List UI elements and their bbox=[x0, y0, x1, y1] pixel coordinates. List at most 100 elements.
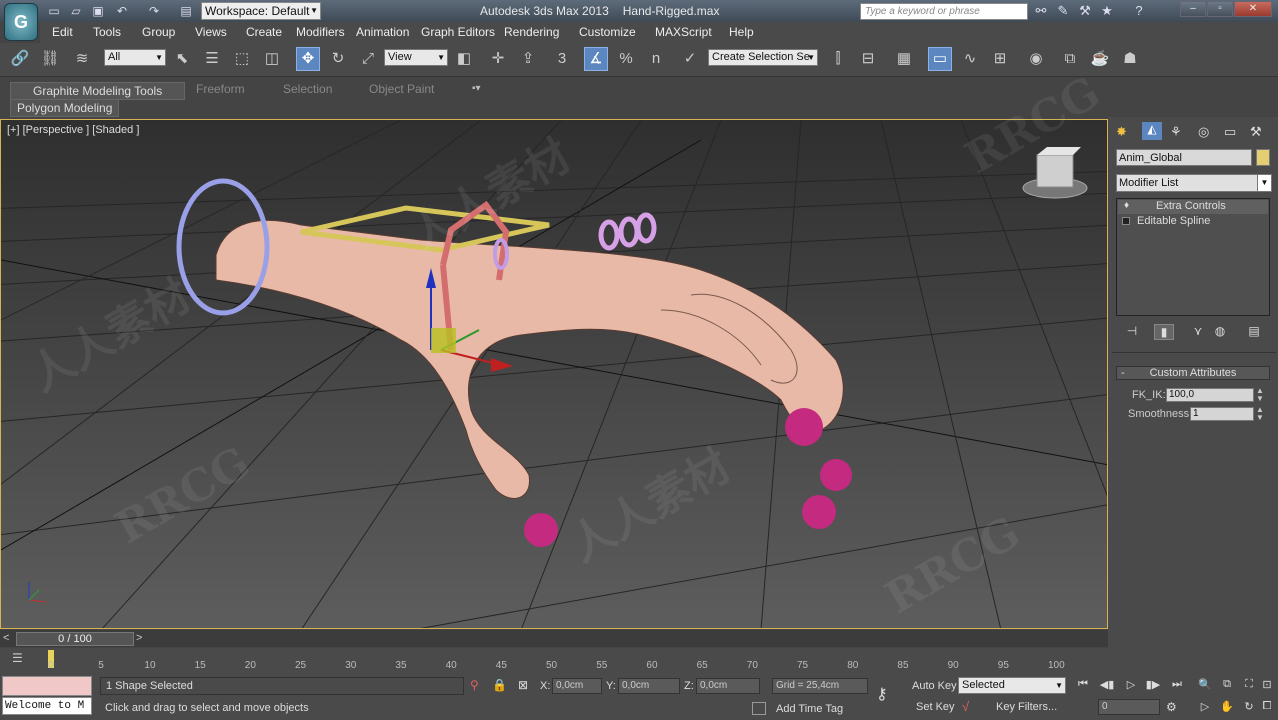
open-file-icon[interactable]: ▱ bbox=[68, 3, 84, 19]
display-tab-icon[interactable]: ▭ bbox=[1224, 124, 1236, 140]
layer-manager-icon[interactable]: ▦ bbox=[892, 47, 916, 71]
modify-tab-icon[interactable]: ◭ bbox=[1142, 122, 1162, 140]
hierarchy-tab-icon[interactable]: ⚘ bbox=[1170, 124, 1182, 140]
maximize-viewport-icon[interactable]: ⧠ bbox=[1258, 700, 1276, 716]
next-frame-icon[interactable]: ▮▶ bbox=[1144, 678, 1162, 694]
angle-snap-icon[interactable]: ∡ bbox=[584, 47, 608, 71]
maximize-button[interactable]: ▫ bbox=[1207, 1, 1233, 17]
play-icon[interactable]: ▷ bbox=[1122, 678, 1140, 694]
y-coordinate-field[interactable]: 0,0cm bbox=[618, 678, 680, 694]
maxscript-listener-mini[interactable] bbox=[2, 676, 92, 696]
manipulate-icon[interactable]: ✛ bbox=[486, 47, 510, 71]
subscription-icon[interactable]: ✎ bbox=[1054, 3, 1072, 19]
current-frame-field[interactable]: 0 bbox=[1098, 699, 1160, 715]
pin-stack-icon[interactable]: ⊣ bbox=[1122, 324, 1142, 340]
create-tab-icon[interactable]: ✸ bbox=[1116, 124, 1127, 140]
percent-snap-icon[interactable]: % bbox=[614, 47, 638, 71]
set-key-button[interactable]: Set Key bbox=[916, 701, 955, 713]
select-by-name-icon[interactable]: ☰ bbox=[200, 47, 224, 71]
isolate-icon[interactable]: ⚲ bbox=[470, 678, 479, 692]
minimize-button[interactable]: – bbox=[1180, 1, 1206, 17]
material-editor-icon[interactable]: ◉ bbox=[1024, 47, 1048, 71]
zoom-icon[interactable]: 🔍 bbox=[1196, 678, 1214, 694]
go-to-end-icon[interactable]: ⏭ bbox=[1168, 678, 1186, 694]
render-setup-icon[interactable]: ⧉ bbox=[1058, 47, 1082, 71]
time-configuration-icon[interactable]: ⚙ bbox=[1166, 700, 1177, 714]
maxscript-input[interactable]: Welcome to M bbox=[2, 697, 92, 715]
new-file-icon[interactable]: ▭ bbox=[46, 3, 62, 19]
remove-modifier-icon[interactable]: ◍ bbox=[1210, 324, 1230, 340]
curve-editor-icon[interactable]: ∿ bbox=[958, 47, 982, 71]
tab-object-paint[interactable]: Object Paint bbox=[359, 82, 444, 96]
menu-customize[interactable]: Customize bbox=[579, 25, 636, 39]
mirror-icon[interactable]: ⫿ bbox=[826, 47, 850, 71]
time-tag-icon[interactable] bbox=[752, 702, 766, 715]
fk-ik-spinner[interactable]: 100,0 bbox=[1166, 388, 1254, 402]
menu-maxscript[interactable]: MAXScript bbox=[655, 25, 712, 39]
window-crossing-icon[interactable]: ◫ bbox=[260, 47, 284, 71]
project-folder-icon[interactable]: ▤ bbox=[178, 3, 194, 19]
ribbon-options-icon[interactable]: ▪▾ bbox=[472, 83, 481, 94]
object-color-swatch[interactable] bbox=[1256, 149, 1270, 166]
save-file-icon[interactable]: ▣ bbox=[90, 3, 106, 19]
smoothness-spinner[interactable]: 1 bbox=[1190, 407, 1254, 421]
orbit-icon[interactable]: ↻ bbox=[1240, 700, 1258, 716]
binoculars-icon[interactable]: ⚯ bbox=[1032, 3, 1050, 19]
schematic-view-icon[interactable]: ⊞ bbox=[988, 47, 1012, 71]
absolute-mode-icon[interactable]: ⊠ bbox=[518, 678, 528, 692]
select-and-link-icon[interactable]: 🔗 bbox=[8, 47, 32, 71]
menu-group[interactable]: Group bbox=[142, 25, 175, 39]
snaps-toggle-icon[interactable]: 3 bbox=[550, 47, 574, 71]
menu-modifiers[interactable]: Modifiers bbox=[296, 25, 345, 39]
set-key-mode-icon[interactable]: ⚷ bbox=[876, 684, 888, 704]
key-curve-icon[interactable]: √ bbox=[962, 699, 969, 714]
lightbulb-icon[interactable]: ♦ bbox=[1124, 200, 1129, 211]
spinner-arrows-icon[interactable]: ▲ ▼ bbox=[1256, 406, 1264, 422]
pan-view-icon[interactable]: ✋ bbox=[1218, 700, 1236, 716]
previous-frame-icon[interactable]: ◀▮ bbox=[1098, 678, 1116, 694]
lock-selection-icon[interactable]: 🔒 bbox=[492, 678, 507, 692]
select-and-scale-icon[interactable]: ⤢ bbox=[356, 47, 380, 71]
field-of-view-icon[interactable]: ▷ bbox=[1196, 700, 1214, 716]
spinner-snap-icon[interactable]: n bbox=[644, 47, 668, 71]
app-logo-button[interactable]: G bbox=[4, 3, 38, 41]
undo-icon[interactable]: ↶ bbox=[114, 3, 130, 19]
tab-selection[interactable]: Selection bbox=[273, 82, 342, 96]
time-slider-right-icon[interactable]: > bbox=[136, 632, 142, 644]
select-object-icon[interactable]: ⬉ bbox=[170, 47, 194, 71]
menu-rendering[interactable]: Rendering bbox=[504, 25, 559, 39]
modifier-list-dropdown[interactable]: Modifier List ▼ bbox=[1116, 174, 1272, 192]
render-production-icon[interactable]: ☗ bbox=[1118, 47, 1142, 71]
utilities-tab-icon[interactable]: ⚒ bbox=[1250, 124, 1262, 140]
unlink-icon[interactable]: ⛓ bbox=[38, 47, 62, 71]
time-slider[interactable]: 0 / 100 bbox=[16, 632, 134, 646]
selection-filter-dropdown[interactable]: All ▼ bbox=[104, 49, 166, 66]
workspace-dropdown[interactable]: Workspace: Default ▼ bbox=[201, 2, 321, 20]
motion-tab-icon[interactable]: ◎ bbox=[1198, 124, 1209, 140]
select-and-move-icon[interactable]: ✥ bbox=[296, 47, 320, 71]
bind-to-space-warp-icon[interactable]: ≋ bbox=[70, 47, 94, 71]
communication-icon[interactable]: ⚒ bbox=[1076, 3, 1094, 19]
finger-coil-control[interactable] bbox=[598, 212, 657, 251]
menu-animation[interactable]: Animation bbox=[356, 25, 409, 39]
key-filters-button[interactable]: Key Filters... bbox=[996, 701, 1057, 713]
object-name-field[interactable]: Anim_Global bbox=[1116, 149, 1252, 166]
named-selection-dropdown[interactable]: Create Selection Se ▼ bbox=[708, 49, 818, 66]
spinner-arrows-icon[interactable]: ▲ ▼ bbox=[1256, 387, 1264, 403]
add-time-tag-button[interactable]: Add Time Tag bbox=[776, 703, 843, 715]
favorites-star-icon[interactable]: ★ bbox=[1098, 3, 1116, 19]
close-button[interactable]: ✕ bbox=[1234, 1, 1272, 17]
menu-tools[interactable]: Tools bbox=[93, 25, 121, 39]
graphite-toggle-icon[interactable]: ▭ bbox=[928, 47, 952, 71]
time-slider-left-icon[interactable]: < bbox=[3, 632, 9, 644]
menu-create[interactable]: Create bbox=[246, 25, 282, 39]
tab-freeform[interactable]: Freeform bbox=[186, 82, 255, 96]
stack-item-editable-spline[interactable]: Editable Spline bbox=[1118, 215, 1268, 229]
reference-coordinate-dropdown[interactable]: View ▼ bbox=[384, 49, 448, 66]
zoom-all-icon[interactable]: ⧉ bbox=[1218, 678, 1236, 694]
help-icon[interactable]: ? bbox=[1130, 3, 1148, 19]
z-coordinate-field[interactable]: 0,0cm bbox=[696, 678, 760, 694]
zoom-extents-all-icon[interactable]: ⊡ bbox=[1258, 678, 1276, 694]
edit-named-selection-icon[interactable]: ✓ bbox=[678, 47, 702, 71]
viewport-label[interactable]: [+] [Perspective ] [Shaded ] bbox=[7, 124, 139, 136]
